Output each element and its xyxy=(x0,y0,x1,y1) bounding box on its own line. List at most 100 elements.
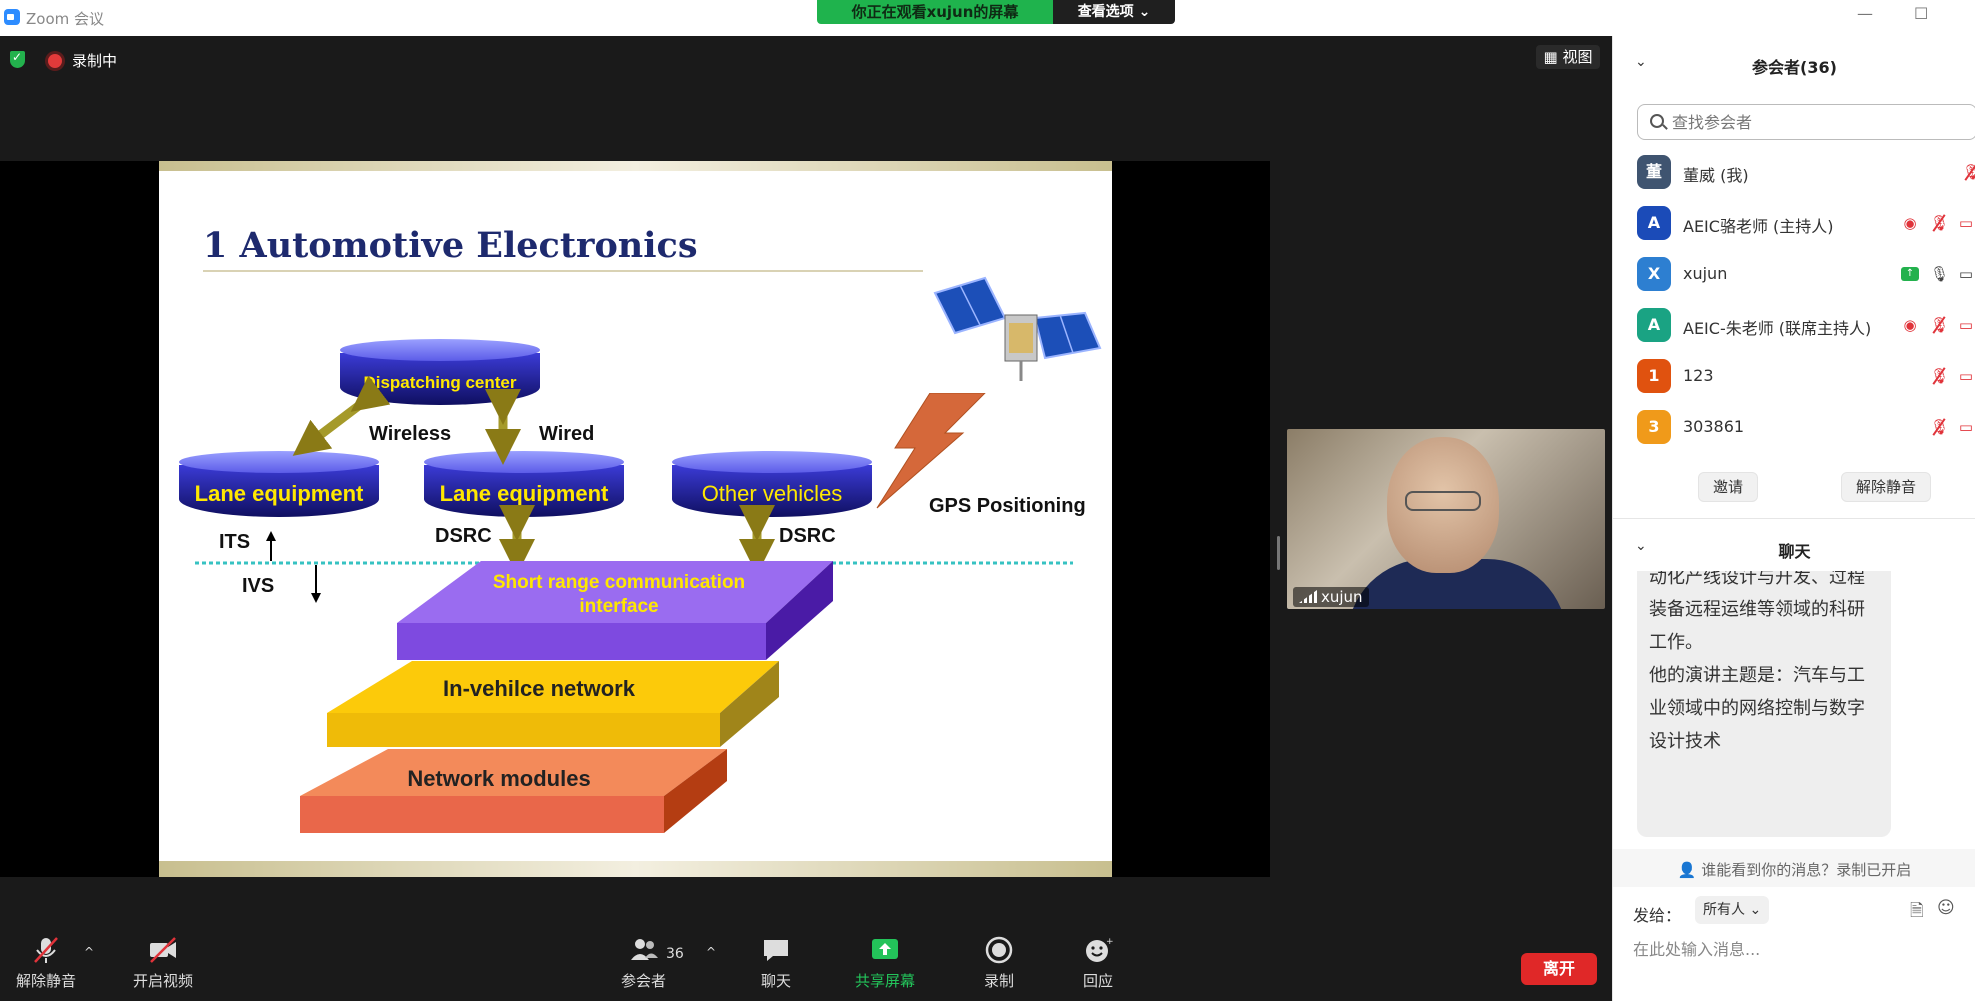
zoom-window: Zoom 会议 你正在观看xujun的屏幕 查看选项 ⌄ — ☐ 录制中 ▦ 视… xyxy=(0,0,1975,1001)
title-bar: Zoom 会议 你正在观看xujun的屏幕 查看选项 ⌄ — ☐ xyxy=(0,0,1975,36)
camera-muted-icon xyxy=(150,937,176,963)
camera-muted-icon[interactable]: ▭ xyxy=(1957,316,1975,334)
chat-line: 他的演讲主题是：汽车与工 xyxy=(1649,665,1865,686)
avatar: 1 xyxy=(1637,359,1671,393)
mic-muted-icon[interactable]: 🎙 xyxy=(1930,367,1949,385)
camera-muted-icon[interactable]: ▭ xyxy=(1957,367,1975,385)
participant-row[interactable]: 董 董威 (我) 🎙 xyxy=(1637,148,1975,198)
mic-icon[interactable]: 🎙 xyxy=(1930,265,1949,283)
video-tile[interactable]: xujun xyxy=(1287,429,1605,609)
short-range-label: Short range communication interface xyxy=(449,571,789,619)
mic-muted-icon xyxy=(34,937,58,963)
video-glasses xyxy=(1405,491,1481,511)
unmute-label: 解除静音 xyxy=(16,972,77,990)
share-banner: 你正在观看xujun的屏幕 xyxy=(817,0,1053,24)
participants-title: 参会者(36) xyxy=(1752,58,1837,77)
reactions-button[interactable]: + 回应 xyxy=(1083,936,1113,991)
mic-muted-icon[interactable]: 🎙 xyxy=(1930,214,1949,232)
participants-icon xyxy=(630,939,658,960)
record-icon xyxy=(985,936,1013,964)
privacy-notice[interactable]: 👤 谁能看到你的消息？录制已开启 xyxy=(1613,849,1975,887)
maximize-button[interactable]: ☐ xyxy=(1914,4,1928,23)
audio-options-caret[interactable]: ^ xyxy=(84,945,94,959)
mic-muted-icon[interactable]: 🎙 xyxy=(1962,163,1975,181)
network-modules-slab-front xyxy=(300,796,664,833)
minimize-button[interactable]: — xyxy=(1857,4,1873,23)
leave-button[interactable]: 离开 xyxy=(1521,953,1597,985)
view-options-button[interactable]: 查看选项 ⌄ xyxy=(1053,0,1175,24)
participants-header: ⌄ 参会者(36) xyxy=(1613,36,1975,92)
in-vehicle-label: In-vehilce network xyxy=(443,676,635,701)
message-input[interactable] xyxy=(1633,934,1963,964)
unmute-all-button[interactable]: 解除静音 xyxy=(1841,472,1932,502)
unmute-button[interactable]: 解除静音 xyxy=(16,936,76,991)
shield-icon[interactable] xyxy=(10,50,25,68)
start-video-label: 开启视频 xyxy=(133,972,194,990)
participant-row[interactable]: 1 123 🎙 ▭ xyxy=(1637,352,1975,402)
participant-row[interactable]: A AEIC-朱老师 (联席主持人) ◉ 🎙 ▭ xyxy=(1637,301,1975,351)
participant-row[interactable]: 3 303861 🎙 ▭ xyxy=(1637,403,1975,453)
start-video-button[interactable]: 开启视频 xyxy=(133,936,193,991)
app-title: Zoom 会议 xyxy=(26,10,105,28)
participants-options-caret[interactable]: ^ xyxy=(706,945,716,959)
meeting-toolbar: 解除静音 ^ 开启视频 参会者 36 ^ 聊天 共享屏幕 录制 + 回应 离开 xyxy=(0,921,1612,1001)
file-icon[interactable]: 🗎 xyxy=(1910,898,1924,927)
emoji-icon[interactable]: ☺ xyxy=(1937,898,1955,918)
chevron-down-icon: ⌄ xyxy=(1138,4,1151,20)
camera-icon[interactable]: ▭ xyxy=(1957,265,1975,283)
recording-label: 录制中 xyxy=(72,52,118,70)
panel-splitter[interactable] xyxy=(1277,536,1280,570)
participant-search[interactable] xyxy=(1637,104,1975,140)
chat-line: 装备远程运维等领域的科研 xyxy=(1649,599,1865,620)
view-button[interactable]: ▦ 视图 xyxy=(1536,45,1600,69)
slide: 1 Automotive Electronics Dispatching cen… xyxy=(159,161,1112,877)
in-vehicle-slab-front xyxy=(327,713,720,747)
send-to-select[interactable]: 所有人 ⌄ xyxy=(1695,896,1769,924)
participant-row[interactable]: A AEIC骆老师 (主持人) ◉ 🎙 ▭ xyxy=(1637,199,1975,249)
eye-icon: ◉ xyxy=(1903,214,1917,232)
search-icon xyxy=(1650,114,1664,128)
chat-message: 动化产线设计与开发、过程 装备远程运维等领域的科研 工作。 他的演讲主题是：汽车… xyxy=(1637,571,1891,837)
chat-button[interactable]: 聊天 xyxy=(761,936,791,991)
share-screen-icon: ↑ xyxy=(1901,267,1919,281)
svg-text:+: + xyxy=(1106,937,1113,947)
smiley-icon: + xyxy=(1086,937,1113,962)
camera-muted-icon[interactable]: ▭ xyxy=(1957,418,1975,436)
record-button[interactable]: 录制 xyxy=(984,936,1014,991)
record-label: 录制 xyxy=(984,972,1015,990)
chevron-down-icon: ⌄ xyxy=(1749,902,1762,918)
share-screen-label: 共享屏幕 xyxy=(855,972,916,990)
mic-muted-icon[interactable]: 🎙 xyxy=(1930,418,1949,436)
shared-screen: 1 Automotive Electronics Dispatching cen… xyxy=(0,161,1270,877)
video-name: xujun xyxy=(1321,588,1363,606)
avatar: X xyxy=(1637,257,1671,291)
person-icon: 👤 xyxy=(1677,861,1697,879)
avatar: A xyxy=(1637,308,1671,342)
chat-line: 工作。 xyxy=(1649,632,1703,653)
avatar: 董 xyxy=(1637,155,1671,189)
participants-count: 36 xyxy=(666,946,684,962)
invite-button[interactable]: 邀请 xyxy=(1698,472,1759,502)
send-to-value: 所有人 xyxy=(1703,902,1745,918)
avatar: 3 xyxy=(1637,410,1671,444)
slide-bottom-bar xyxy=(159,861,1112,877)
participant-name: 123 xyxy=(1683,366,1714,385)
network-modules-label: Network modules xyxy=(407,766,591,791)
participant-row[interactable]: X xujun ↑ 🎙 ▭ xyxy=(1637,250,1975,300)
participant-name: 303861 xyxy=(1683,417,1745,436)
participant-name: 董威 (我) xyxy=(1683,166,1749,185)
chat-label: 聊天 xyxy=(761,972,792,990)
share-screen-button[interactable]: 共享屏幕 xyxy=(855,936,915,991)
participant-name: AEIC骆老师 (主持人) xyxy=(1683,217,1834,236)
camera-muted-icon[interactable]: ▭ xyxy=(1957,214,1975,232)
participant-name: AEIC-朱老师 (联席主持人) xyxy=(1683,319,1872,338)
chat-header: ⌄ 聊天 xyxy=(1613,528,1975,568)
participants-button[interactable]: 参会者 xyxy=(621,936,666,991)
view-button-label: 视图 xyxy=(1562,48,1593,66)
send-to-label: 发给： xyxy=(1633,906,1682,925)
view-options-label: 查看选项 xyxy=(1077,4,1134,20)
chat-line: 设计技术 xyxy=(1649,731,1721,752)
mic-muted-icon[interactable]: 🎙 xyxy=(1930,316,1949,334)
search-input[interactable] xyxy=(1672,111,1962,133)
panel-divider xyxy=(1613,518,1975,519)
